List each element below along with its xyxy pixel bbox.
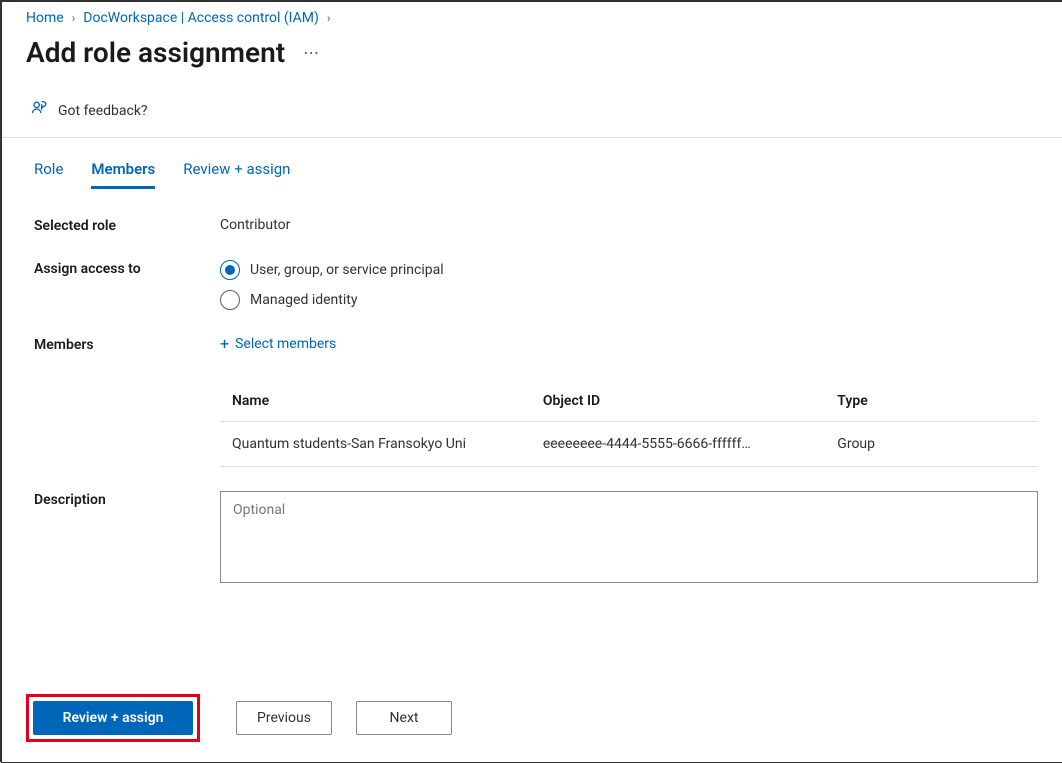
tab-review-assign[interactable]: Review + assign (183, 160, 290, 189)
chevron-right-icon: › (70, 11, 78, 25)
description-label: Description (34, 491, 220, 508)
row-selected-role: Selected role Contributor (34, 217, 1038, 234)
cell-object-id: eeeeeeee-4444-5555-6666-ffffff… (531, 422, 825, 467)
tab-role[interactable]: Role (34, 160, 63, 189)
description-textarea[interactable] (220, 491, 1038, 583)
page-title: Add role assignment (26, 36, 285, 69)
select-members-link[interactable]: + Select members (220, 336, 336, 352)
row-members: Members + Select members Name Object ID … (34, 336, 1038, 467)
row-description: Description (34, 491, 1038, 587)
feedback-icon (30, 99, 50, 123)
cell-name: Quantum students-San Fransokyo Uni (220, 422, 531, 467)
members-table: Name Object ID Type Quantum students-San… (220, 381, 1038, 467)
select-members-label: Select members (235, 336, 336, 352)
members-label: Members (34, 336, 220, 353)
tabs: Role Members Review + assign (2, 138, 1062, 189)
radio-managed-label: Managed identity (250, 292, 357, 308)
col-object-id[interactable]: Object ID (531, 381, 825, 422)
breadcrumb-workspace[interactable]: DocWorkspace | Access control (IAM) (83, 10, 319, 26)
radio-unchecked-icon (220, 290, 240, 310)
feedback-label: Got feedback? (58, 103, 148, 119)
row-assign-access: Assign access to User, group, or service… (34, 260, 1038, 310)
next-button[interactable]: Next (356, 701, 452, 735)
radio-managed-identity[interactable]: Managed identity (220, 290, 1038, 310)
breadcrumb: Home › DocWorkspace | Access control (IA… (2, 2, 1062, 26)
assign-access-label: Assign access to (34, 260, 220, 277)
radio-user-group-service-principal[interactable]: User, group, or service principal (220, 260, 1038, 280)
footer: Review + assign Previous Next (2, 676, 1062, 762)
selected-role-label: Selected role (34, 217, 220, 234)
title-row: Add role assignment ⋯ (2, 26, 1062, 85)
tab-members[interactable]: Members (91, 160, 155, 189)
previous-button[interactable]: Previous (236, 701, 332, 735)
selected-role-value: Contributor (220, 217, 1038, 233)
review-assign-button[interactable]: Review + assign (33, 701, 193, 735)
form-area: Selected role Contributor Assign access … (2, 189, 1062, 676)
chevron-right-icon: › (325, 11, 333, 25)
cell-type: Group (825, 422, 1038, 467)
more-actions-icon[interactable]: ⋯ (303, 43, 321, 62)
col-name[interactable]: Name (220, 381, 531, 422)
highlight-box: Review + assign (26, 694, 200, 742)
plus-icon: + (220, 336, 229, 352)
breadcrumb-home[interactable]: Home (26, 10, 64, 26)
table-row[interactable]: Quantum students-San Fransokyo Uni eeeee… (220, 422, 1038, 467)
radio-user-label: User, group, or service principal (250, 262, 444, 278)
col-type[interactable]: Type (825, 381, 1038, 422)
radio-checked-icon (220, 260, 240, 280)
feedback-link[interactable]: Got feedback? (2, 85, 1062, 138)
